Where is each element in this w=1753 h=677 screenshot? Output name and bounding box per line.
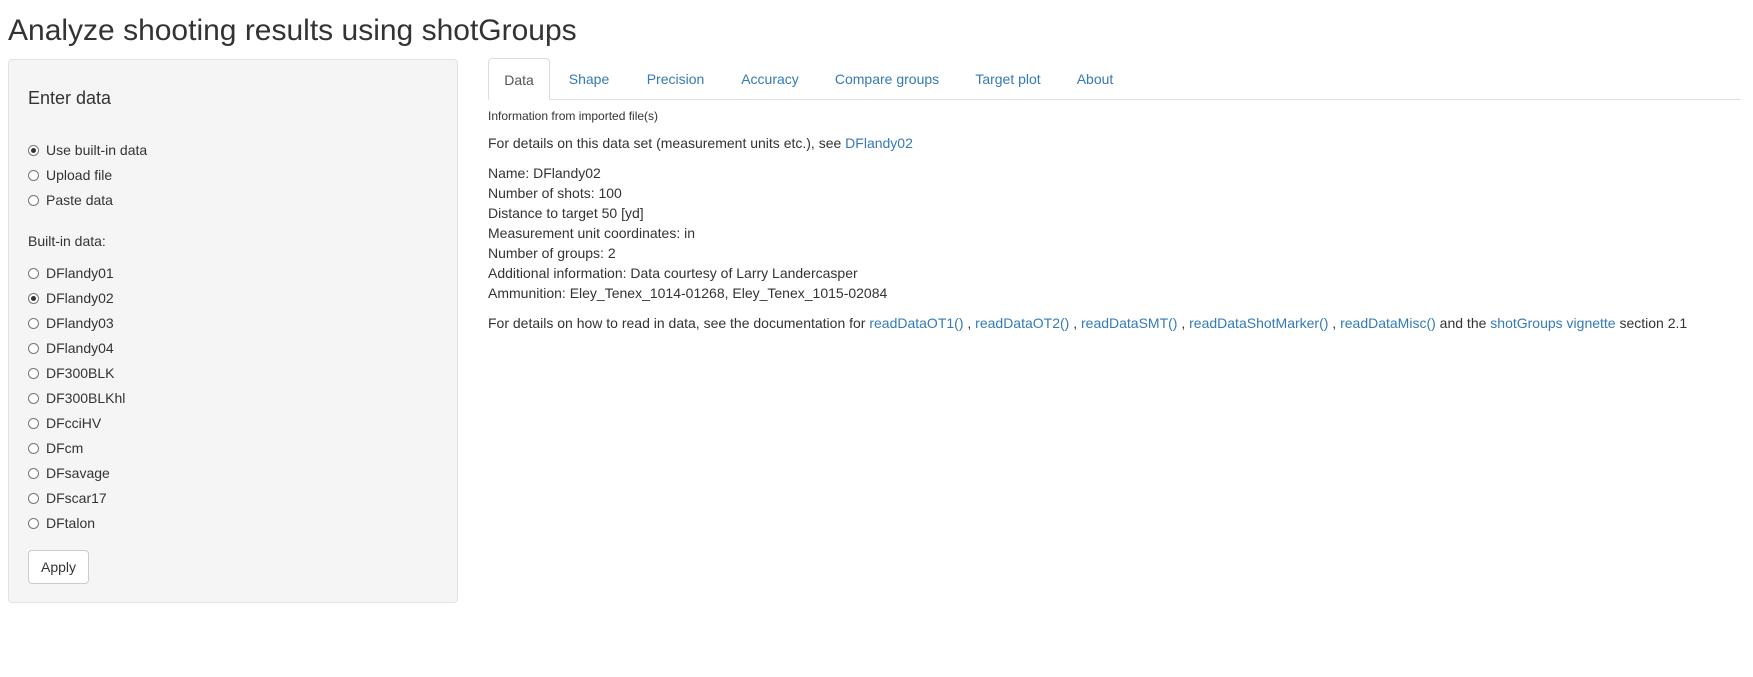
- radio-dflandy04[interactable]: DFlandy04: [28, 338, 114, 358]
- radio-label: Paste data: [46, 192, 113, 208]
- tab-data[interactable]: Data: [488, 58, 550, 100]
- sidebar-heading: Enter data: [28, 88, 112, 108]
- separator: ,: [963, 315, 976, 331]
- radio-upload-file[interactable]: Upload file: [28, 165, 112, 185]
- radio-label: DFtalon: [46, 515, 96, 531]
- radio-label: DFlandy02: [46, 290, 114, 306]
- readdatamisc-link[interactable]: readDataMisc(): [1340, 315, 1436, 331]
- radio-dflandy02[interactable]: DFlandy02: [28, 288, 114, 308]
- radio-label: Use built-in data: [46, 142, 148, 158]
- info-name: Name: DFlandy02: [488, 165, 601, 181]
- radio-button[interactable]: [28, 367, 39, 379]
- apply-button[interactable]: Apply: [28, 550, 89, 584]
- radio-dftalon[interactable]: DFtalon: [28, 513, 95, 533]
- radio-button[interactable]: [28, 467, 39, 479]
- radio-label: DFlandy04: [46, 340, 114, 356]
- separator: ,: [1177, 315, 1190, 331]
- dataset-doc-link[interactable]: DFlandy02: [845, 135, 913, 151]
- separator: ,: [1069, 315, 1081, 331]
- radio-button[interactable]: [28, 169, 39, 181]
- howto-prefix: For details on how to read in data, see …: [488, 315, 870, 331]
- radio-df300blk[interactable]: DF300BLK: [28, 363, 114, 383]
- radio-label: DFcciHV: [46, 415, 102, 431]
- radio-button[interactable]: [28, 417, 39, 429]
- radio-button[interactable]: [28, 267, 39, 279]
- info-ammunition: Ammunition: Eley_Tenex_1014-01268, Eley_…: [488, 285, 888, 301]
- radio-button[interactable]: [28, 342, 39, 354]
- radio-dflandy03[interactable]: DFlandy03: [28, 313, 114, 333]
- readdataot2-link[interactable]: readDataOT2(): [975, 315, 1069, 331]
- tab-bar: Data Shape Precision Accuracy Compare gr…: [488, 58, 1740, 100]
- radio-df300blkhl[interactable]: DF300BLKhl: [28, 388, 125, 408]
- radio-label: DF300BLK: [46, 365, 115, 381]
- radio-paste-data[interactable]: Paste data: [28, 190, 113, 210]
- radio-button[interactable]: [28, 392, 39, 404]
- builtin-data-label: Built-in data:: [28, 233, 106, 249]
- info-shots: Number of shots: 100: [488, 185, 622, 201]
- radio-dfcm[interactable]: DFcm: [28, 438, 83, 458]
- radio-label: DFcm: [46, 440, 84, 456]
- howto-suffix: section 2.1: [1615, 315, 1688, 331]
- radio-button[interactable]: [28, 317, 39, 329]
- tab-precision[interactable]: Precision: [628, 58, 723, 100]
- howto-mid: and the: [1435, 315, 1491, 331]
- info-heading: Information from imported file(s): [488, 109, 659, 123]
- radio-dfscar17[interactable]: DFscar17: [28, 488, 107, 508]
- radio-dflandy01[interactable]: DFlandy01: [28, 263, 114, 283]
- tab-shape[interactable]: Shape: [550, 58, 628, 100]
- radio-label: DF300BLKhl: [46, 390, 126, 406]
- tab-about[interactable]: About: [1059, 58, 1131, 100]
- info-additional: Additional information: Data courtesy of…: [488, 265, 858, 281]
- radio-label: DFlandy03: [46, 315, 114, 331]
- tab-accuracy[interactable]: Accuracy: [723, 58, 817, 100]
- sidebar-panel: Enter data Use built-in data Upload file…: [8, 59, 458, 603]
- radio-dfsavage[interactable]: DFsavage: [28, 463, 110, 483]
- radio-button[interactable]: [28, 292, 39, 304]
- info-groups: Number of groups: 2: [488, 245, 616, 261]
- readdatashotmarker-link[interactable]: readDataShotMarker(): [1189, 315, 1328, 331]
- readdataot1-link[interactable]: readDataOT1(): [869, 315, 963, 331]
- radio-label: DFsavage: [46, 465, 110, 481]
- vignette-link[interactable]: shotGroups vignette: [1490, 315, 1615, 331]
- radio-dfccihv[interactable]: DFcciHV: [28, 413, 101, 433]
- radio-button[interactable]: [28, 517, 39, 529]
- info-distance: Distance to target 50 [yd]: [488, 205, 644, 221]
- page-title: Analyze shooting results using shotGroup…: [8, 14, 577, 47]
- info-unit: Measurement unit coordinates: in: [488, 225, 695, 241]
- dataset-details-line: For details on this data set (measuremen…: [488, 135, 913, 151]
- radio-use-builtin[interactable]: Use built-in data: [28, 140, 147, 160]
- radio-button[interactable]: [28, 194, 39, 206]
- radio-label: DFscar17: [46, 490, 107, 506]
- radio-label: DFlandy01: [46, 265, 114, 281]
- radio-button[interactable]: [28, 144, 39, 156]
- separator: ,: [1328, 315, 1341, 331]
- tab-target-plot[interactable]: Target plot: [957, 58, 1059, 100]
- details-prefix: For details on this data set (measuremen…: [488, 135, 846, 151]
- radio-button[interactable]: [28, 492, 39, 504]
- readdatasmt-link[interactable]: readDataSMT(): [1081, 315, 1177, 331]
- radio-label: Upload file: [46, 167, 113, 183]
- radio-button[interactable]: [28, 442, 39, 454]
- howto-line: For details on how to read in data, see …: [488, 315, 1687, 331]
- tab-compare-groups[interactable]: Compare groups: [817, 58, 957, 100]
